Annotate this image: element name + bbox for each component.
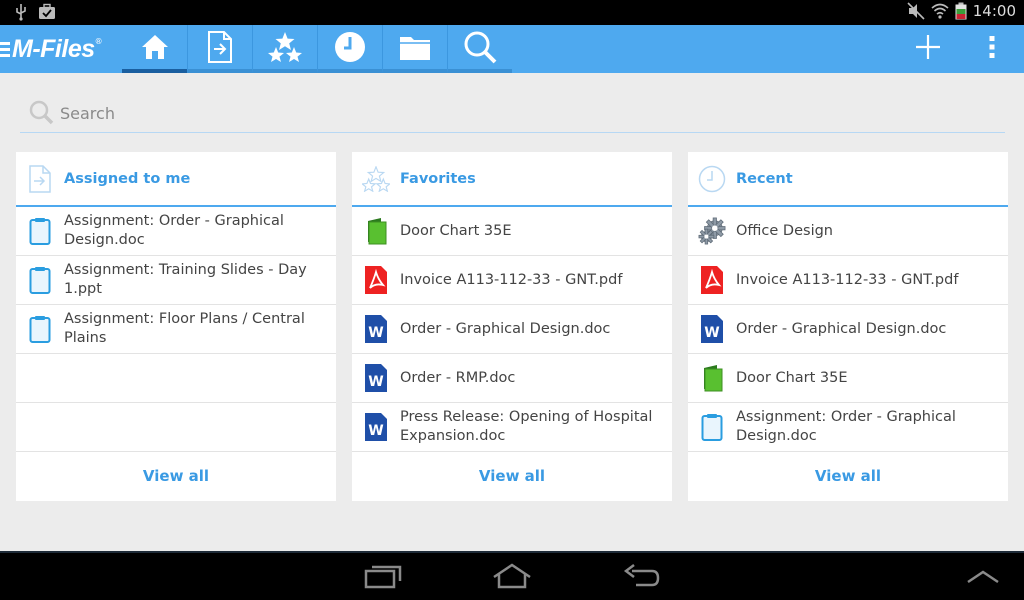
favorites-card-header[interactable]: Favorites (352, 152, 672, 207)
tab-assigned[interactable] (187, 25, 252, 73)
app-actions (896, 25, 1024, 73)
assignment-icon (26, 264, 54, 296)
briefcase-check-icon (38, 3, 56, 21)
list-item[interactable]: W Order - Graphical Design.doc (352, 305, 672, 354)
logo-text: M-Files (12, 34, 95, 63)
pdf-icon (362, 264, 390, 296)
search-input[interactable] (60, 104, 960, 123)
favorites-header-icon (362, 165, 390, 193)
list-item[interactable]: W Order - Graphical Design.doc (688, 305, 1008, 354)
search-bar (20, 95, 1005, 133)
status-bar: 14:00 (0, 0, 1024, 25)
wifi-icon (931, 2, 949, 20)
overflow-menu-button[interactable] (960, 25, 1024, 73)
tab-favorites[interactable] (252, 25, 317, 73)
recent-header-icon (698, 165, 726, 193)
empty-row (16, 354, 336, 403)
mute-icon (907, 2, 925, 20)
tab-recent[interactable] (317, 25, 382, 73)
list-item-label: Assignment: Floor Plans / Central Plains (64, 311, 305, 346)
assignment-icon (26, 313, 54, 345)
assigned-card: Assigned to me Assignment: Order - Graph… (16, 152, 336, 501)
list-item[interactable]: Door Chart 35E (688, 354, 1008, 403)
assignment-icon (26, 215, 54, 247)
list-item[interactable]: Assignment: Floor Plans / Central Plains (16, 305, 336, 354)
home-content: Assigned to me Assignment: Order - Graph… (0, 73, 1024, 551)
list-item[interactable]: W Order - RMP.doc (352, 354, 672, 403)
green-book-icon (698, 362, 726, 394)
recent-view-all-link[interactable]: View all (688, 452, 1008, 499)
list-item-label: Order - RMP.doc (400, 369, 516, 386)
list-item[interactable]: Assignment: Order - Graphical Design.doc (16, 207, 336, 256)
list-item[interactable]: Office Design (688, 207, 1008, 256)
assignment-icon (698, 411, 726, 443)
add-button[interactable] (896, 25, 960, 73)
tab-home[interactable] (122, 25, 187, 73)
word-icon: W (698, 313, 726, 345)
plus-icon (915, 34, 941, 64)
star-icon (268, 31, 302, 63)
list-item[interactable]: W Press Release: Opening of Hospital Exp… (352, 403, 672, 452)
list-item-label: Invoice A113-112-33 - GNT.pdf (400, 271, 623, 288)
assigned-icon (207, 31, 233, 63)
list-item-label: Assignment: Order - Graphical Design.doc (736, 409, 956, 444)
status-time: 14:00 (972, 2, 1016, 20)
list-item[interactable]: Door Chart 35E (352, 207, 672, 256)
assigned-card-header[interactable]: Assigned to me (16, 152, 336, 207)
list-item[interactable]: Assignment: Order - Graphical Design.doc (688, 403, 1008, 452)
favorites-card: Favorites Door Chart 35E Invoice A113-11… (352, 152, 672, 501)
system-nav-bar (0, 551, 1024, 600)
list-item-label: Invoice A113-112-33 - GNT.pdf (736, 271, 959, 288)
battery-icon (955, 2, 967, 20)
svg-text:W: W (704, 325, 719, 341)
pdf-icon (698, 264, 726, 296)
back-nav-button[interactable] (622, 563, 662, 593)
list-item-label: Assignment: Training Slides - Day 1.ppt (64, 262, 307, 297)
recent-card-title: Recent (736, 170, 793, 187)
gears-icon (698, 215, 726, 247)
logo-registered-mark: ® (94, 37, 103, 46)
list-item[interactable]: Invoice A113-112-33 - GNT.pdf (688, 256, 1008, 305)
svg-text:W: W (368, 423, 383, 439)
assigned-card-title: Assigned to me (64, 170, 191, 187)
tab-search[interactable] (447, 25, 512, 73)
clock-icon (334, 31, 366, 63)
tab-browse[interactable] (382, 25, 447, 73)
list-item[interactable]: Assignment: Training Slides - Day 1.ppt (16, 256, 336, 305)
recent-card: Recent Office Design Invoice A113-112-33… (688, 152, 1008, 501)
chevron-up-icon[interactable] (966, 569, 1000, 588)
app-logo[interactable]: M-Files ® (0, 33, 103, 65)
home-nav-button[interactable] (490, 563, 534, 593)
assigned-view-all-link[interactable]: View all (16, 452, 336, 499)
menu-bars-icon (0, 41, 10, 57)
home-icon (140, 33, 170, 61)
word-icon: W (362, 362, 390, 394)
green-book-icon (362, 215, 390, 247)
recent-apps-button[interactable] (364, 563, 402, 593)
list-item-label: Order - Graphical Design.doc (736, 320, 947, 337)
favorites-card-title: Favorites (400, 170, 476, 187)
search-icon (463, 30, 497, 64)
tab-bar (122, 25, 512, 73)
list-item-label: Press Release: Opening of Hospital Expan… (400, 409, 653, 444)
list-item[interactable]: Invoice A113-112-33 - GNT.pdf (352, 256, 672, 305)
list-item-label: Order - Graphical Design.doc (400, 320, 611, 337)
svg-text:W: W (368, 374, 383, 390)
svg-text:W: W (368, 325, 383, 341)
word-icon: W (362, 411, 390, 443)
more-vertical-icon (989, 36, 995, 62)
word-icon: W (362, 313, 390, 345)
favorites-view-all-link[interactable]: View all (352, 452, 672, 499)
recent-card-header[interactable]: Recent (688, 152, 1008, 207)
usb-icon (14, 3, 28, 21)
assigned-header-icon (26, 164, 54, 193)
app-bar: M-Files ® (0, 25, 1024, 73)
list-item-label: Door Chart 35E (400, 222, 512, 239)
list-item-label: Door Chart 35E (736, 369, 848, 386)
list-item-label: Office Design (736, 222, 833, 239)
empty-row (16, 403, 336, 452)
folder-icon (399, 33, 431, 61)
list-item-label: Assignment: Order - Graphical Design.doc (64, 213, 284, 248)
search-field-icon (28, 99, 54, 129)
